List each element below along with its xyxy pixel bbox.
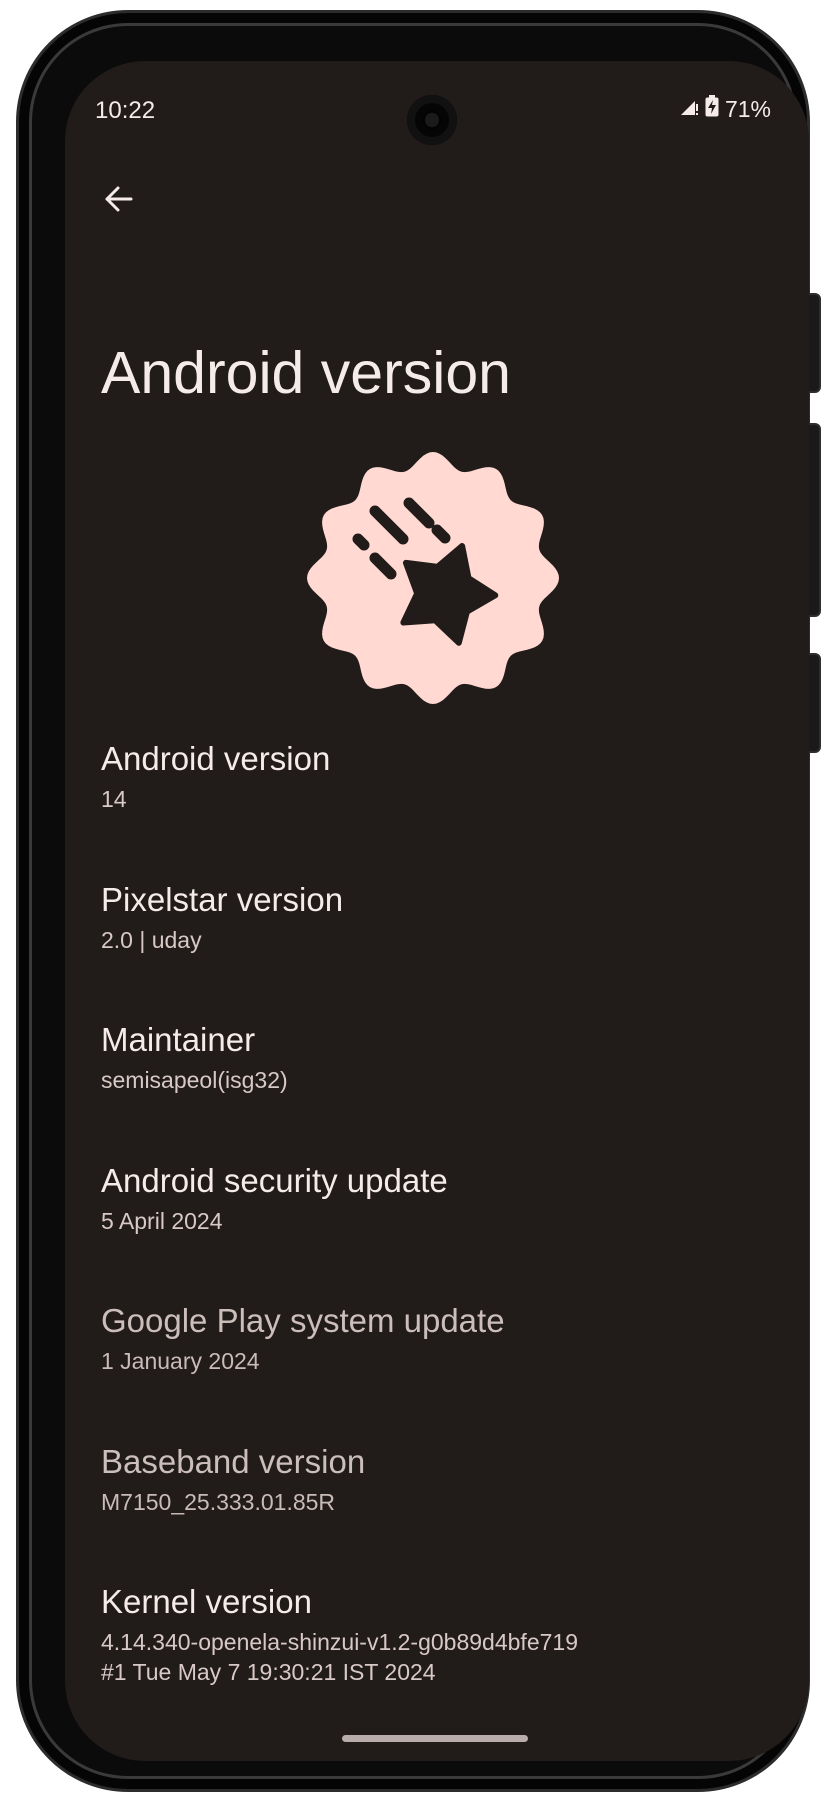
list-item-android-version[interactable]: Android version 14 bbox=[101, 739, 781, 880]
front-camera bbox=[407, 95, 457, 145]
item-value: semisapeol(isg32) bbox=[101, 1067, 288, 1093]
phone-frame: 10:22 71% Android version Android versio… bbox=[16, 10, 821, 1792]
item-title: Android version bbox=[101, 740, 331, 777]
item-value: 2.0 | uday bbox=[101, 926, 202, 953]
item-title: Google Play system update bbox=[101, 1302, 505, 1339]
list-item-maintainer[interactable]: Maintainer semisapeol(isg32) bbox=[101, 1020, 781, 1161]
list-item-kernel-version[interactable]: Kernel version 4.14.340-openela-shinzui-… bbox=[101, 1582, 781, 1723]
item-title: Baseband version bbox=[101, 1442, 366, 1480]
list-item-pixelstar-version[interactable]: Pixelstar version 2.0 | uday bbox=[101, 880, 781, 1021]
list-item-security-update[interactable]: Android security update 5 April 2024 bbox=[101, 1161, 781, 1302]
item-title: Android security update bbox=[101, 1161, 448, 1199]
item-value: 5 April 2024 bbox=[101, 1207, 223, 1234]
status-bar: 10:22 71% bbox=[65, 61, 809, 161]
list-item-baseband-version: Baseband version M7150_25.333.01.85R bbox=[101, 1442, 781, 1583]
page-title: Android version bbox=[101, 340, 511, 406]
item-value: M7150_25.333.01.85R bbox=[101, 1488, 336, 1515]
item-title: Pixelstar version bbox=[101, 880, 344, 918]
item-title: Maintainer bbox=[101, 1021, 256, 1058]
info-list: Android version 14 Pixelstar version 2.0… bbox=[101, 739, 781, 1723]
list-item-google-play-update[interactable]: Google Play system update 1 January 2024 bbox=[101, 1301, 781, 1442]
item-value: 4.14.340-openela-shinzui-v1.2-g0b89d4bfe… bbox=[101, 1629, 578, 1655]
back-button[interactable] bbox=[89, 169, 149, 229]
item-title: Kernel version bbox=[101, 1583, 312, 1620]
screen: 10:22 71% Android version Android versio… bbox=[65, 61, 809, 1761]
gesture-nav-handle[interactable] bbox=[342, 1735, 528, 1742]
arrow-back-icon bbox=[105, 186, 133, 212]
status-clock: 10:22 bbox=[95, 97, 156, 124]
item-value: 1 January 2024 bbox=[101, 1348, 260, 1374]
item-value-line2: #1 Tue May 7 19:30:21 IST 2024 bbox=[101, 1659, 436, 1685]
shooting-star-icon bbox=[307, 452, 559, 704]
status-icons: 71% bbox=[679, 95, 771, 123]
battery-charging-icon bbox=[705, 95, 719, 123]
cell-signal-icon bbox=[679, 96, 699, 123]
version-badge[interactable] bbox=[303, 448, 563, 708]
battery-percent: 71% bbox=[724, 95, 771, 122]
item-value: 14 bbox=[101, 786, 127, 812]
